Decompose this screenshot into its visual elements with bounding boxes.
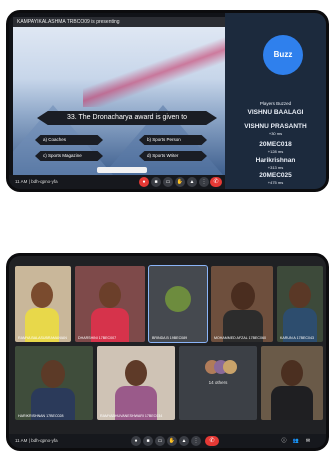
participant-name: DHARSHINI 17BEC007 <box>78 336 117 340</box>
meeting-code: 11 AM | bdh-qpno-yfa <box>15 438 58 443</box>
meeting-controls-bar: 11 AM | bdh-qpno-yfa ● ■ ▭ ✋ ▲ ⋮ ✆ ⓘ 👥 ✉ <box>9 434 326 448</box>
participant-name: HARIKRISHNAN 17BEC028 <box>18 414 64 418</box>
participant-face <box>125 360 147 386</box>
meeting-code: 11 AM | bdh-qpno-yfa <box>15 179 58 184</box>
participant-tile[interactable]: RAMYA BALASUBRAMANIAN <box>15 266 71 342</box>
info-icon[interactable]: ⓘ <box>279 436 289 446</box>
buzz-button[interactable]: Buzz <box>263 35 303 75</box>
raise-hand-icon[interactable]: ✋ <box>175 177 185 187</box>
participant-grid: RAMYA BALASUBRAMANIAN DHARSHINI 17BEC007… <box>9 256 326 434</box>
avatar <box>223 360 237 374</box>
participant-face <box>31 282 53 308</box>
participant-name: RAMYA BALASUBRAMANIAN <box>18 336 67 340</box>
player-time: +313 ms <box>267 165 284 170</box>
option-d: d) Sports Writer <box>139 151 207 161</box>
player-name: VISHNU PRASANTH <box>244 123 307 130</box>
presenting-banner: KAMPAYIKALASHMA TRBCO09 is presenting <box>13 17 229 27</box>
raise-hand-icon[interactable]: ✋ <box>167 436 177 446</box>
participant-tile[interactable]: HARIKRISHNAN 17BEC028 <box>15 346 93 420</box>
participant-name: BRINDA B 19BEC089 <box>152 336 188 340</box>
hang-up-icon[interactable]: ✆ <box>205 436 219 446</box>
player-time: +475 ms <box>267 180 284 185</box>
participant-face <box>41 360 65 388</box>
participant-name: KARUN A 17BEC043 <box>280 336 314 340</box>
avatar <box>165 286 191 312</box>
more-options-icon[interactable]: ⋮ <box>199 177 209 187</box>
meeting-grid-screen: RAMYA BALASUBRAMANIAN DHARSHINI 17BEC007… <box>6 253 329 451</box>
participant-tile[interactable]: DHARSHINI 17BEC007 <box>75 266 145 342</box>
players-buzzed-heading: Players Buzzed <box>259 101 292 106</box>
participant-tile-active[interactable]: BRINDA B 19BEC089 <box>148 265 208 343</box>
quiz-question: 33. The Dronacharya award is given to <box>37 111 217 125</box>
slide-input-bar <box>97 167 147 173</box>
participant-face <box>99 282 121 308</box>
captions-icon[interactable]: ▭ <box>155 436 165 446</box>
participant-tile[interactable] <box>261 346 323 420</box>
option-c: c) Sports Magazine <box>35 151 103 161</box>
participant-face <box>289 282 311 308</box>
chat-icon[interactable]: ✉ <box>303 436 313 446</box>
option-b: b) Sports Person <box>139 135 207 145</box>
player-time: +128 ms <box>267 149 284 154</box>
participant-face <box>231 282 255 310</box>
mic-off-icon[interactable]: ● <box>139 177 149 187</box>
participant-tile[interactable]: KARUN A 17BEC043 <box>277 266 323 342</box>
more-options-icon[interactable]: ⋮ <box>191 436 201 446</box>
player-name: 20MEC018 <box>259 141 292 148</box>
meeting-controls-bar: 11 AM | bdh-qpno-yfa ● ■ ▭ ✋ ▲ ⋮ ✆ <box>9 175 225 189</box>
quiz-slide: 33. The Dronacharya award is given to a)… <box>13 27 225 175</box>
others-avatars <box>205 360 237 374</box>
captions-icon[interactable]: ▭ <box>163 177 173 187</box>
player-name: 20MEC025 <box>259 172 292 179</box>
people-icon[interactable]: 👥 <box>291 436 301 446</box>
player-time: +30 ms <box>268 131 283 136</box>
others-count: 14 others <box>208 380 228 385</box>
participant-tile[interactable]: RAMYABHUVANESHWARI 17BEC034 <box>97 346 175 420</box>
quiz-presentation-screen: KAMPAYIKALASHMA TRBCO09 is presenting 33… <box>6 10 329 192</box>
participant-face <box>281 360 303 386</box>
player-name: VISHNU BAALAGI <box>247 109 304 116</box>
present-icon[interactable]: ▲ <box>187 177 197 187</box>
slide-decoration <box>83 37 225 107</box>
present-icon[interactable]: ▲ <box>179 436 189 446</box>
player-name: Harikrishnan <box>255 157 296 164</box>
participant-name: MOHAMMED AFZAL 17BEC060 <box>214 336 266 340</box>
mic-icon[interactable]: ● <box>131 436 141 446</box>
buzzer-sidebar: Buzz Players Buzzed VISHNU BAALAGI VISHN… <box>225 13 326 189</box>
participant-name: RAMYABHUVANESHWARI 17BEC034 <box>100 414 163 418</box>
participant-tile[interactable]: MOHAMMED AFZAL 17BEC060 <box>211 266 273 342</box>
hang-up-icon[interactable]: ✆ <box>210 177 222 187</box>
participant-body <box>271 386 313 420</box>
camera-icon[interactable]: ■ <box>151 177 161 187</box>
others-tile[interactable]: 14 others <box>179 346 257 420</box>
option-a: a) Coaches <box>35 135 103 145</box>
camera-icon[interactable]: ■ <box>143 436 153 446</box>
